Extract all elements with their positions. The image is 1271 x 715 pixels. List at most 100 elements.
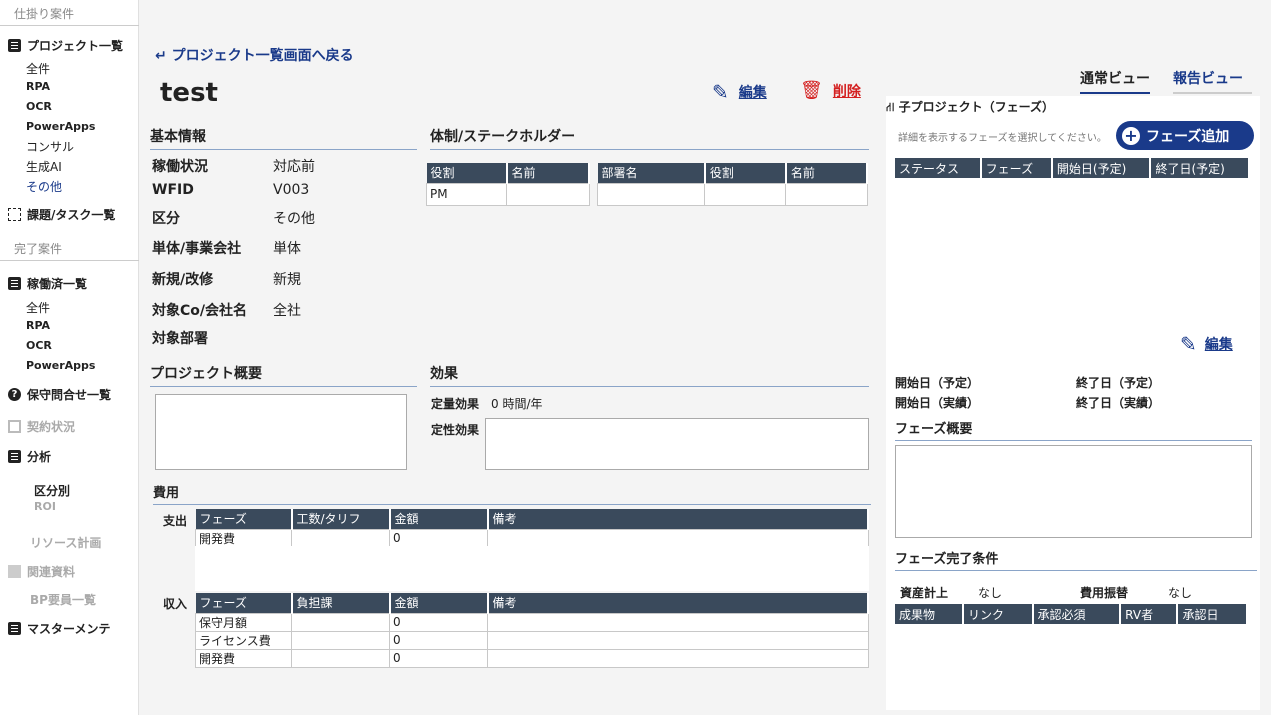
table-cell: PM xyxy=(425,182,508,206)
phase-edit-button[interactable]: ✎ 編集 xyxy=(1180,332,1233,356)
table-cell: 0 xyxy=(389,630,488,650)
nav-label: マスターメンテ xyxy=(27,622,111,636)
sub-all[interactable]: 全件 xyxy=(26,60,50,77)
overview-box xyxy=(155,394,407,470)
table-cell: ライセンス費 xyxy=(195,630,292,650)
asset-value: なし xyxy=(978,586,1003,600)
tree-icon: ⛙ xyxy=(886,100,899,114)
section-open: 仕掛り案件 xyxy=(14,7,75,21)
child-heading-label: 子プロジェクト（フェーズ） xyxy=(898,100,1055,114)
nav-related[interactable]: 関連資料 xyxy=(8,563,75,580)
sub-powerapps[interactable]: PowerApps xyxy=(26,359,95,372)
table-cell xyxy=(487,648,869,668)
table-cell xyxy=(704,182,787,206)
sub-all[interactable]: 全件 xyxy=(26,299,50,316)
phase-table: ステータス フェーズ 開始日(予定) 終了日(予定) xyxy=(895,158,1250,178)
basic-value: 単体 xyxy=(273,241,301,257)
back-link[interactable]: ↵ プロジェクト一覧画面へ戻る xyxy=(155,45,354,65)
col-header: 承認必須 xyxy=(1032,604,1122,624)
col-header: フェーズ xyxy=(980,158,1053,178)
list-icon xyxy=(8,39,21,52)
nav-contract[interactable]: 契約状況 xyxy=(8,418,75,435)
quant-value: 0 時間/年 xyxy=(491,397,543,411)
edit-label: 編集 xyxy=(738,85,767,101)
table-cell xyxy=(291,528,390,548)
nav-label: 契約状況 xyxy=(27,420,76,434)
divider xyxy=(0,25,139,26)
table-cell xyxy=(785,182,868,206)
table-cell xyxy=(487,630,869,650)
edit-button[interactable]: ✎ 編集 xyxy=(712,80,767,104)
nav-resource[interactable]: リソース計画 xyxy=(30,534,101,551)
section-done: 完了案件 xyxy=(14,242,63,256)
sub-genai[interactable]: 生成AI xyxy=(26,158,62,175)
table-cell: 保守月額 xyxy=(195,612,292,632)
nav-tasks[interactable]: 課題/タスク一覧 xyxy=(8,206,115,223)
plus-icon: + xyxy=(1122,126,1140,145)
basic-label: 単体/事業会社 xyxy=(152,241,242,257)
dept-table: 部署名 役割 名前 xyxy=(596,163,869,206)
col-header: 名前 xyxy=(785,163,869,183)
nav-label: 分析 xyxy=(27,450,52,464)
col-header: RV者 xyxy=(1120,604,1179,624)
sub-ocr[interactable]: OCR xyxy=(26,100,52,113)
effect-heading: 効果 xyxy=(430,363,869,387)
phase-edit-label: 編集 xyxy=(1204,337,1233,353)
tab-report-view[interactable]: 報告ビュー xyxy=(1173,68,1252,94)
add-phase-label: フェーズ追加 xyxy=(1146,128,1230,145)
sub-category[interactable]: 区分別 xyxy=(34,482,70,499)
basic-value: 全社 xyxy=(273,303,301,319)
sub-other[interactable]: その他 xyxy=(26,178,62,195)
trash-icon: 🗑 xyxy=(800,80,823,101)
tab-normal-view[interactable]: 通常ビュー xyxy=(1080,68,1150,94)
table-cell xyxy=(291,630,390,650)
stake-heading: 体制/ステークホルダー xyxy=(430,126,869,150)
add-phase-button[interactable]: + フェーズ追加 xyxy=(1116,121,1254,150)
list-icon xyxy=(8,277,21,290)
income-label: 収入 xyxy=(163,597,188,611)
return-icon: ↵ xyxy=(155,48,172,64)
start-actual-label: 開始日（実績） xyxy=(895,396,980,410)
nav-support[interactable]: ? 保守問合せ一覧 xyxy=(8,386,111,403)
basic-label: 対象Co/会社名 xyxy=(152,303,248,319)
page-title: test xyxy=(160,78,218,108)
nav-label: 関連資料 xyxy=(27,565,76,579)
col-header: 役割 xyxy=(704,163,787,183)
nav-analysis[interactable]: 分析 xyxy=(8,448,51,465)
col-header: 承認日 xyxy=(1177,604,1248,624)
sub-ocr[interactable]: OCR xyxy=(26,339,52,352)
focus-icon xyxy=(8,208,21,221)
nav-master[interactable]: マスターメンテ xyxy=(8,620,111,637)
sub-rpa[interactable]: RPA xyxy=(26,319,50,332)
col-header: フェーズ xyxy=(195,593,293,613)
phase-panel: ⛙ 子プロジェクト（フェーズ） 詳細を表示するフェーズを選択してください。 + フ… xyxy=(886,96,1260,710)
col-header: 部署名 xyxy=(597,163,706,183)
nav-done-list[interactable]: 稼働済一覧 xyxy=(8,275,87,292)
col-header: ステータス xyxy=(895,158,982,178)
overview-heading: プロジェクト概要 xyxy=(150,363,417,387)
qual-box xyxy=(485,418,869,470)
nav-bp[interactable]: BP要員一覧 xyxy=(30,591,96,608)
nav-project-list[interactable]: プロジェクト一覧 xyxy=(8,37,123,54)
expense-spacer xyxy=(195,546,869,591)
sub-roi[interactable]: ROI xyxy=(34,500,56,513)
table-cell xyxy=(291,648,390,668)
sub-powerapps[interactable]: PowerApps xyxy=(26,120,95,133)
col-header: 金額 xyxy=(389,593,489,613)
table-cell: 開発費 xyxy=(195,528,292,548)
delete-button[interactable]: 🗑 削除 xyxy=(800,80,861,101)
edit-icon: ✎ xyxy=(1180,332,1197,356)
sidebar: 仕掛り案件 プロジェクト一覧 全件 RPA OCR PowerApps コンサル… xyxy=(0,0,139,715)
qual-label: 定性効果 xyxy=(431,423,480,437)
sub-rpa[interactable]: RPA xyxy=(26,80,50,93)
sub-consul[interactable]: コンサル xyxy=(26,138,74,155)
quant-label: 定量効果 xyxy=(431,397,480,411)
phase-overview-heading: フェーズ概要 xyxy=(895,418,1252,441)
nav-label: 保守問合せ一覧 xyxy=(27,388,112,402)
basic-label: 対象部署 xyxy=(152,331,208,347)
table-cell: 0 xyxy=(389,612,488,632)
phase-hint: 詳細を表示するフェーズを選択してください。 xyxy=(898,133,1107,144)
table-cell: 0 xyxy=(389,528,488,548)
col-header: フェーズ xyxy=(195,509,293,529)
col-header: 終了日(予定) xyxy=(1150,158,1250,178)
